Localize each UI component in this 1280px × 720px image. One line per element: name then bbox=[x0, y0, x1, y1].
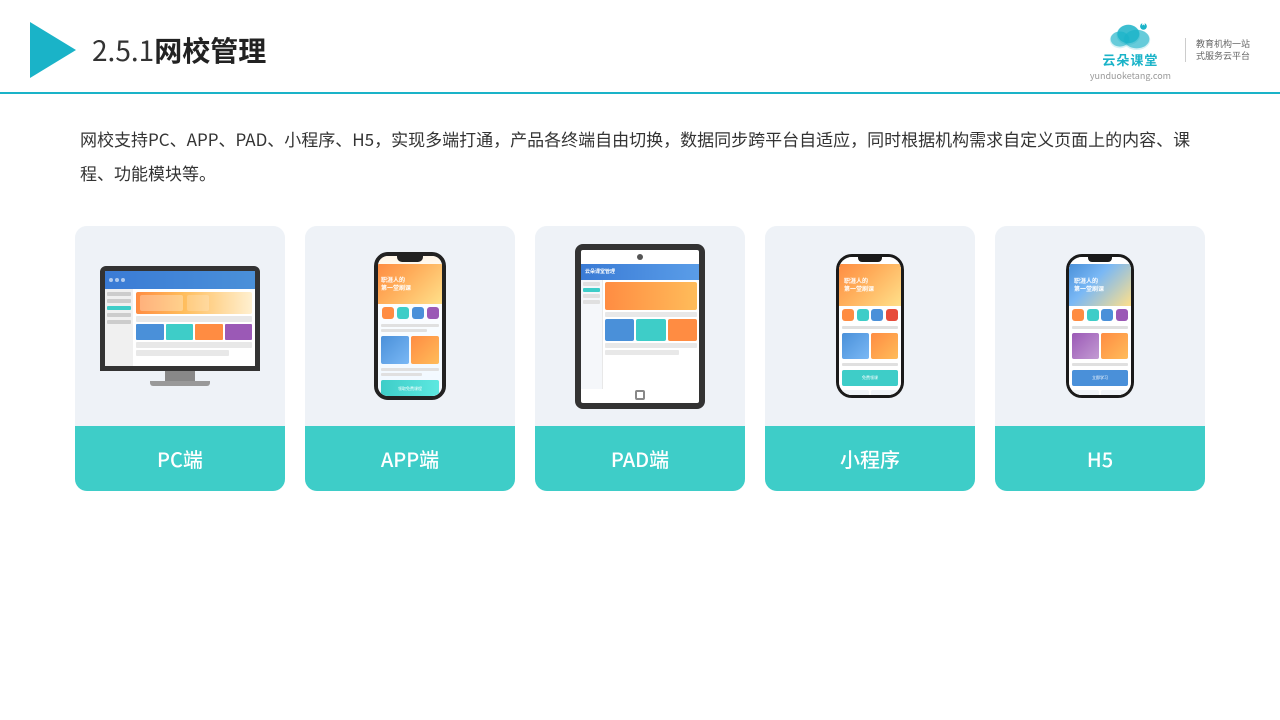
card-pc-label: PC端 bbox=[75, 426, 285, 491]
phone-h5-screen: 职涯人的第一堂刷课 bbox=[1069, 257, 1131, 395]
card-miniprogram: 职涯人的第一堂刷课 bbox=[765, 226, 975, 491]
card-pc-image bbox=[75, 226, 285, 426]
page-number: 2.5.1 bbox=[92, 30, 154, 70]
card-pad-label: PAD端 bbox=[535, 426, 745, 491]
tablet-home-btn bbox=[635, 390, 645, 400]
tablet-screen: 云朵课堂管理 bbox=[581, 264, 699, 389]
card-miniprogram-label: 小程序 bbox=[765, 426, 975, 491]
phone-mini-notch bbox=[858, 257, 882, 262]
phone-mini-screen: 职涯人的第一堂刷课 bbox=[839, 257, 901, 395]
phone-h5-mockup: 职涯人的第一堂刷课 bbox=[1066, 254, 1134, 398]
phone-h5-notch bbox=[1088, 257, 1112, 262]
phone-mini-mockup: 职涯人的第一堂刷课 bbox=[836, 254, 904, 398]
description-area: 网校支持PC、APP、PAD、小程序、H5，实现多端打通，产品各终端自由切换，数… bbox=[0, 94, 1280, 190]
card-app-image: 职涯人的第一堂刷课 bbox=[305, 226, 515, 426]
brand-sub-text2: 式服务云平台 bbox=[1196, 50, 1250, 62]
card-pad-image: 云朵课堂管理 bbox=[535, 226, 745, 426]
cloud-icon bbox=[1104, 18, 1156, 50]
tablet-mockup: 云朵课堂管理 bbox=[575, 244, 705, 409]
header: 2.5.1网校管理 云朵课堂 yunduoketang.com 教育机构一站 式… bbox=[0, 0, 1280, 94]
page-title-text: 网校管理 bbox=[154, 30, 266, 70]
brand-url: yunduoketang.com bbox=[1090, 69, 1171, 82]
card-miniprogram-image: 职涯人的第一堂刷课 bbox=[765, 226, 975, 426]
phone-notch bbox=[397, 256, 423, 262]
card-h5-label: H5 bbox=[995, 426, 1205, 491]
cards-section: PC端 职涯人的第一堂刷课 bbox=[0, 190, 1280, 491]
pc-monitor-mockup bbox=[100, 266, 260, 386]
description-text: 网校支持PC、APP、PAD、小程序、H5，实现多端打通，产品各终端自由切换，数… bbox=[80, 122, 1200, 190]
brand-area: 云朵课堂 yunduoketang.com 教育机构一站 式服务云平台 bbox=[1090, 18, 1250, 82]
card-pad: 云朵课堂管理 bbox=[535, 226, 745, 491]
monitor-frame bbox=[100, 266, 260, 371]
card-h5-image: 职涯人的第一堂刷课 bbox=[995, 226, 1205, 426]
brand-logo: 云朵课堂 yunduoketang.com bbox=[1090, 18, 1171, 82]
card-pc: PC端 bbox=[75, 226, 285, 491]
header-left: 2.5.1网校管理 bbox=[30, 22, 266, 78]
phone-app-mockup: 职涯人的第一堂刷课 bbox=[374, 252, 446, 400]
logo-triangle-icon bbox=[30, 22, 76, 78]
page-title: 2.5.1网校管理 bbox=[92, 30, 266, 70]
brand-name: 云朵课堂 bbox=[1102, 50, 1158, 69]
card-h5: 职涯人的第一堂刷课 bbox=[995, 226, 1205, 491]
card-app-label: APP端 bbox=[305, 426, 515, 491]
phone-screen: 职涯人的第一堂刷课 bbox=[378, 256, 442, 396]
tablet-camera bbox=[637, 254, 643, 260]
card-app: 职涯人的第一堂刷课 bbox=[305, 226, 515, 491]
brand-tagline: 教育机构一站 式服务云平台 bbox=[1185, 38, 1250, 61]
